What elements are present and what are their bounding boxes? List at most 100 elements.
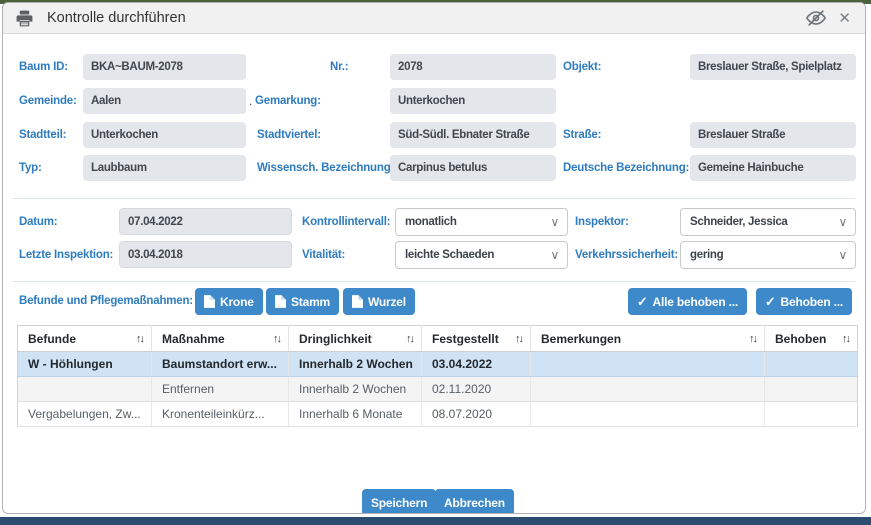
- deutsche-bezeichnung-field: Gemeine Hainbuche: [690, 155, 856, 181]
- sort-icon[interactable]: ↑↓: [136, 333, 145, 345]
- objekt-field: Breslauer Straße, Spielplatz: [690, 54, 856, 80]
- col-dringlichkeit[interactable]: Dringlichkeit↑↓: [289, 326, 422, 352]
- cell-massnahme[interactable]: Baumstandort erw...: [152, 352, 289, 377]
- gemeinde-field: Aalen: [83, 88, 246, 114]
- letzte-inspektion-label: Letzte Inspektion:: [19, 242, 113, 268]
- col-bemerkungen[interactable]: Bemerkungen↑↓: [531, 326, 765, 352]
- sort-icon[interactable]: ↑↓: [842, 333, 851, 345]
- alle-behoben-button[interactable]: ✓ Alle behoben ...: [628, 288, 747, 315]
- sort-icon[interactable]: ↑↓: [273, 333, 282, 345]
- bottom-status-bar: [0, 517, 871, 525]
- section-divider: [13, 281, 855, 282]
- kontrollintervall-value: monatlich: [405, 216, 457, 228]
- sort-icon[interactable]: ↑↓: [406, 333, 415, 345]
- dialog-titlebar: Kontrolle durchführen ✕: [3, 3, 865, 34]
- check-icon: ✓: [765, 294, 776, 310]
- datum-field[interactable]: 07.04.2022: [119, 208, 292, 235]
- close-icon[interactable]: ✕: [838, 11, 851, 26]
- letzte-inspektion-field: 03.04.2018: [119, 241, 292, 268]
- chevron-down-icon: ∨: [551, 209, 559, 235]
- col-befunde[interactable]: Befunde↑↓: [18, 326, 152, 352]
- vitalitaet-select[interactable]: leichte Schaeden ∨: [395, 241, 568, 269]
- cell-behoben[interactable]: [765, 402, 858, 427]
- stadtteil-label: Stadtteil:: [19, 122, 66, 148]
- document-icon: [204, 295, 215, 308]
- table-row[interactable]: W - Höhlungen Baumstandort erw... Innerh…: [18, 352, 858, 377]
- krone-button[interactable]: Krone: [195, 288, 263, 315]
- gemeinde-label: Gemeinde:: [19, 88, 77, 114]
- cell-befunde[interactable]: W - Höhlungen: [18, 352, 152, 377]
- table-row[interactable]: Vergabelungen, Zw... Kronenteileinkürz..…: [18, 402, 858, 427]
- document-icon: [352, 295, 363, 308]
- gemarkung-dot: .: [249, 88, 252, 114]
- deutsche-bezeichnung-label: Deutsche Bezeichnung:: [563, 155, 689, 181]
- baum-id-label: Baum ID:: [19, 54, 68, 80]
- cell-massnahme[interactable]: Kronenteileinkürz...: [152, 402, 289, 427]
- stadtviertel-field: Süd-Südl. Ebnater Straße: [390, 122, 556, 148]
- cell-bemerkungen[interactable]: [531, 402, 765, 427]
- document-icon: [275, 295, 286, 308]
- cell-massnahme[interactable]: Entfernen: [152, 377, 289, 402]
- stadtviertel-label: Stadtviertel:: [257, 122, 321, 148]
- kontrollintervall-select[interactable]: monatlich ∨: [395, 208, 568, 236]
- cell-bemerkungen[interactable]: [531, 352, 765, 377]
- cell-dringlichkeit[interactable]: Innerhalb 2 Wochen: [289, 377, 422, 402]
- verkehrssicherheit-label: Verkehrssicherheit:: [575, 242, 678, 268]
- cell-bemerkungen[interactable]: [531, 377, 765, 402]
- col-behoben[interactable]: Behoben↑↓: [765, 326, 858, 352]
- befunde-section-label: Befunde und Pflegemaßnahmen:: [19, 288, 193, 315]
- strasse-label: Straße:: [563, 122, 601, 148]
- table-header-row: Befunde↑↓ Maßnahme↑↓ Dringlichkeit↑↓ Fes…: [18, 326, 858, 352]
- chevron-down-icon: ∨: [551, 242, 559, 268]
- typ-label: Typ:: [19, 155, 42, 181]
- wurzel-button[interactable]: Wurzel: [343, 288, 415, 315]
- chevron-down-icon: ∨: [839, 209, 847, 235]
- table-row[interactable]: Entfernen Innerhalb 2 Wochen 02.11.2020: [18, 377, 858, 402]
- gemarkung-field: Unterkochen: [390, 88, 556, 114]
- cancel-button[interactable]: Abbrechen: [435, 489, 514, 514]
- datum-label: Datum:: [19, 209, 57, 235]
- nr-label: Nr.:: [330, 54, 348, 80]
- chevron-down-icon: ∨: [839, 242, 847, 268]
- baum-id-field: BKA~BAUM-2078: [83, 54, 246, 80]
- col-festgestellt[interactable]: Festgestellt↑↓: [422, 326, 531, 352]
- verkehrssicherheit-value: gering: [690, 249, 723, 261]
- inspektor-label: Inspektor:: [575, 209, 629, 235]
- cell-festgestellt[interactable]: 08.07.2020: [422, 402, 531, 427]
- print-icon[interactable]: [13, 7, 35, 29]
- eye-off-icon[interactable]: [804, 6, 828, 30]
- verkehrssicherheit-select[interactable]: gering ∨: [680, 241, 856, 269]
- cell-dringlichkeit[interactable]: Innerhalb 6 Monate: [289, 402, 422, 427]
- behoben-button[interactable]: ✓ Behoben ...: [756, 288, 852, 315]
- typ-field: Laubbaum: [83, 155, 246, 181]
- sort-icon[interactable]: ↑↓: [515, 333, 524, 345]
- cell-behoben[interactable]: [765, 377, 858, 402]
- cell-befunde[interactable]: [18, 377, 152, 402]
- inspektor-value: Schneider, Jessica: [690, 216, 788, 228]
- cell-festgestellt[interactable]: 03.04.2022: [422, 352, 531, 377]
- check-icon: ✓: [637, 294, 648, 310]
- nr-field: 2078: [390, 54, 556, 80]
- stadtteil-field: Unterkochen: [83, 122, 246, 148]
- gemarkung-label: Gemarkung:: [255, 88, 321, 114]
- cell-befunde[interactable]: Vergabelungen, Zw...: [18, 402, 152, 427]
- cell-dringlichkeit[interactable]: Innerhalb 2 Wochen: [289, 352, 422, 377]
- befunde-table: Befunde↑↓ Maßnahme↑↓ Dringlichkeit↑↓ Fes…: [17, 325, 858, 427]
- vitalitaet-value: leichte Schaeden: [405, 249, 494, 261]
- section-divider: [13, 198, 855, 199]
- col-massnahme[interactable]: Maßnahme↑↓: [152, 326, 289, 352]
- vitalitaet-label: Vitalität:: [302, 242, 345, 268]
- wissensch-bezeichnung-label: Wissensch. Bezeichnung:: [257, 155, 394, 181]
- strasse-field: Breslauer Straße: [690, 122, 856, 148]
- wissensch-bezeichnung-field: Carpinus betulus: [390, 155, 556, 181]
- cell-festgestellt[interactable]: 02.11.2020: [422, 377, 531, 402]
- cell-behoben[interactable]: [765, 352, 858, 377]
- objekt-label: Objekt:: [563, 54, 601, 80]
- save-button[interactable]: Speichern: [362, 489, 436, 514]
- stamm-button[interactable]: Stamm: [266, 288, 339, 315]
- inspektor-select[interactable]: Schneider, Jessica ∨: [680, 208, 856, 236]
- kontrolle-dialog: Kontrolle durchführen ✕ Baum ID: BKA~BAU…: [2, 2, 866, 514]
- sort-icon[interactable]: ↑↓: [749, 333, 758, 345]
- kontrollintervall-label: Kontrollintervall:: [302, 209, 390, 235]
- app-screen: Kontrolle durchführen ✕ Baum ID: BKA~BAU…: [0, 0, 871, 525]
